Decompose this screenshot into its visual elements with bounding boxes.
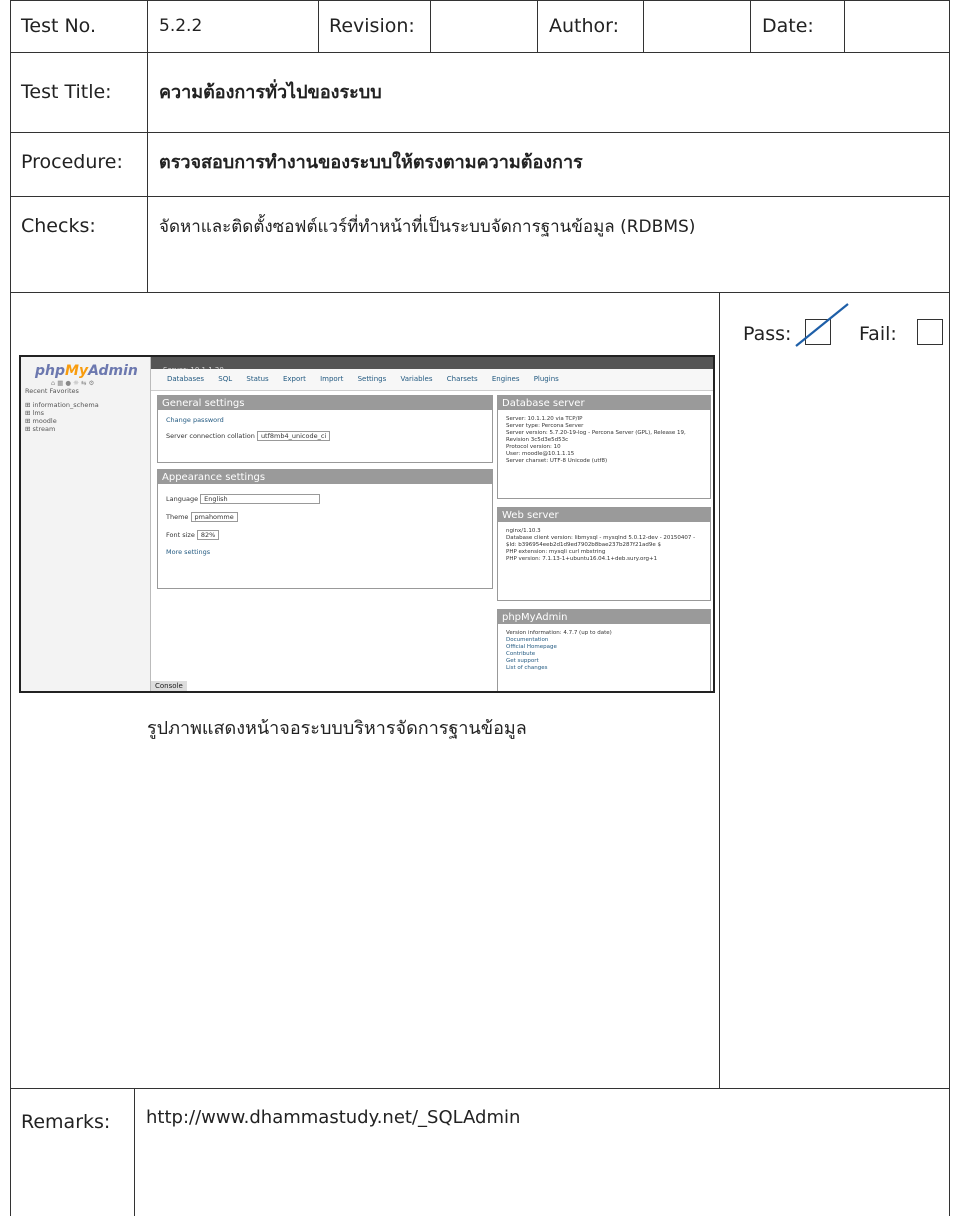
- test-case-form: Test No. 5.2.2 Revision: Author: Date: T…: [10, 0, 950, 1216]
- webserver-item: PHP extension: mysqli curl mbstring: [506, 549, 606, 555]
- phpmyadmin-info-panel: phpMyAdmin Version information: 4.7.7 (u…: [497, 609, 711, 691]
- language-label: Language: [166, 495, 199, 503]
- dbserver-item: User: moodle@10.1.1.15: [506, 451, 575, 457]
- test-title-label-cell: Test Title:: [11, 53, 148, 132]
- test-no-label-cell: Test No.: [11, 1, 148, 52]
- pass-checkbox[interactable]: [795, 303, 849, 347]
- fail-label: Fail:: [859, 323, 897, 345]
- db-item: ⊞ lms: [25, 409, 45, 417]
- revision-label: Revision:: [329, 15, 415, 37]
- menu-variables: Variables: [400, 375, 433, 383]
- more-settings-link: More settings: [166, 548, 211, 556]
- pass-check-mark-icon: [795, 303, 849, 347]
- pma-navigation-panel: phpMyAdmin ⌂ ▦ ● ☼ ⇆ ⚙ Recent Favorites …: [21, 357, 151, 691]
- date-label: Date:: [762, 15, 814, 37]
- menu-plugins: Plugins: [533, 375, 559, 383]
- db-item: ⊞ stream: [25, 425, 56, 433]
- change-password-link: Change password: [166, 416, 224, 424]
- phpmyadmin-logo: phpMyAdmin: [35, 363, 138, 379]
- author-value-cell: [644, 1, 751, 52]
- webserver-item: nginx/1.10.3: [506, 528, 541, 534]
- theme-select: pmahomme: [190, 512, 238, 522]
- menu-export: Export: [282, 375, 306, 383]
- test-no-label: Test No.: [21, 15, 96, 37]
- menu-charsets: Charsets: [446, 375, 478, 383]
- figure-cell: phpMyAdmin ⌂ ▦ ● ☼ ⇆ ⚙ Recent Favorites …: [11, 293, 720, 1088]
- author-label-cell: Author:: [538, 1, 644, 52]
- language-select: English: [200, 494, 321, 504]
- test-title-row: Test Title: ความต้องการทั่วไปของระบบ: [11, 53, 949, 133]
- menu-engines: Engines: [491, 375, 520, 383]
- pass-label: Pass:: [743, 323, 792, 345]
- test-no-value-cell: 5.2.2: [148, 1, 319, 52]
- webserver-item: PHP version: 7.1.13-1+ubuntu16.04.1+deb.…: [506, 556, 658, 562]
- dbserver-item: Protocol version: 10: [506, 444, 561, 450]
- checks-value: จัดหาและติดตั้งซอฟต์แวร์ที่ทำหน้าที่เป็น…: [159, 217, 696, 237]
- revision-value-cell: [431, 1, 538, 52]
- phpmyadmin-screenshot: phpMyAdmin ⌂ ▦ ● ☼ ⇆ ⚙ Recent Favorites …: [19, 355, 715, 693]
- procedure-value: ตรวจสอบการทำงานของระบบให้ตรงตามความต้องก…: [159, 152, 583, 173]
- pma-nav-icons: ⌂ ▦ ● ☼ ⇆ ⚙: [51, 379, 95, 387]
- pma-nav-tabs: Recent Favorites: [25, 387, 79, 395]
- procedure-label: Procedure:: [21, 151, 123, 173]
- date-label-cell: Date:: [751, 1, 845, 52]
- pma-info-item: Contribute: [506, 651, 536, 657]
- remarks-value: http://www.dhammastudy.net/_SQLAdmin: [146, 1107, 521, 1128]
- remarks-label-cell: Remarks:: [11, 1089, 135, 1216]
- db-item: ⊞ moodle: [25, 417, 57, 425]
- test-title-label: Test Title:: [21, 81, 112, 103]
- dbserver-item: Server charset: UTF-8 Unicode (utf8): [506, 458, 608, 464]
- collation-select: utf8mb4_unicode_ci: [256, 431, 331, 441]
- font-size-label: Font size: [166, 531, 195, 539]
- console-tab: Console: [151, 681, 187, 691]
- procedure-row: Procedure: ตรวจสอบการทำงานของระบบให้ตรงต…: [11, 133, 949, 197]
- checks-row: Checks: จัดหาและติดตั้งซอฟต์แวร์ที่ทำหน้…: [11, 197, 949, 293]
- pma-db-list: ⊞ information_schema ⊞ lms ⊞ moodle ⊞ st…: [21, 395, 150, 433]
- test-no-value: 5.2.2: [159, 16, 203, 36]
- menu-sql: SQL: [218, 375, 233, 383]
- menu-settings: Settings: [357, 375, 387, 383]
- font-size-select: 82%: [196, 530, 220, 540]
- web-server-panel: Web server nginx/1.10.3 Database client …: [497, 507, 711, 601]
- db-item: ⊞ information_schema: [25, 401, 99, 409]
- database-server-panel: Database server Server: 10.1.1.20 via TC…: [497, 395, 711, 499]
- author-label: Author:: [549, 15, 620, 37]
- pma-info-item: Documentation: [506, 637, 549, 643]
- pma-info-item: Version information: 4.7.7 (up to date): [506, 630, 612, 636]
- dbserver-item: Server type: Percona Server: [506, 423, 584, 429]
- figure-row: phpMyAdmin ⌂ ▦ ● ☼ ⇆ ⚙ Recent Favorites …: [11, 293, 949, 1089]
- menu-import: Import: [320, 375, 344, 383]
- phpmyadmin-info-title: phpMyAdmin: [498, 610, 710, 624]
- general-settings-panel: General settings Change password Server …: [157, 395, 493, 463]
- appearance-settings-title: Appearance settings: [158, 470, 492, 484]
- figure-caption: รูปภาพแสดงหน้าจอระบบบริหารจัดการฐานข้อมู…: [147, 718, 527, 739]
- pma-info-item: Get support: [506, 658, 539, 664]
- dbserver-item: Server: 10.1.1.20 via TCP/IP: [506, 416, 583, 422]
- webserver-item: Database client version: libmysql - mysq…: [506, 535, 696, 548]
- appearance-settings-panel: Appearance settings Language English The…: [157, 469, 493, 589]
- pma-top-menu: Databases SQL Status Export Import Setti…: [151, 369, 713, 391]
- test-title-value: ความต้องการทั่วไปของระบบ: [159, 82, 382, 103]
- procedure-label-cell: Procedure:: [11, 133, 148, 196]
- menu-status: Status: [246, 375, 269, 383]
- checks-label: Checks:: [21, 215, 96, 237]
- remarks-row: Remarks: http://www.dhammastudy.net/_SQL…: [11, 1089, 949, 1216]
- web-server-title: Web server: [498, 508, 710, 522]
- dbserver-item: Server version: 5.7.20-19-log - Percona …: [506, 430, 686, 443]
- pma-breadcrumb-bar: Server: 10.1.1.20: [151, 357, 713, 374]
- pma-info-item: List of changes: [506, 665, 548, 671]
- revision-label-cell: Revision:: [319, 1, 431, 52]
- database-server-title: Database server: [498, 396, 710, 410]
- menu-databases: Databases: [167, 375, 205, 383]
- fail-checkbox[interactable]: [917, 319, 943, 345]
- remarks-label: Remarks:: [21, 1111, 111, 1133]
- general-settings-title: General settings: [158, 396, 492, 410]
- collation-label: Server connection collation: [166, 432, 255, 440]
- checks-label-cell: Checks:: [11, 197, 148, 292]
- theme-label: Theme: [166, 513, 189, 521]
- header-row: Test No. 5.2.2 Revision: Author: Date:: [11, 1, 949, 53]
- pma-info-item: Official Homepage: [506, 644, 557, 650]
